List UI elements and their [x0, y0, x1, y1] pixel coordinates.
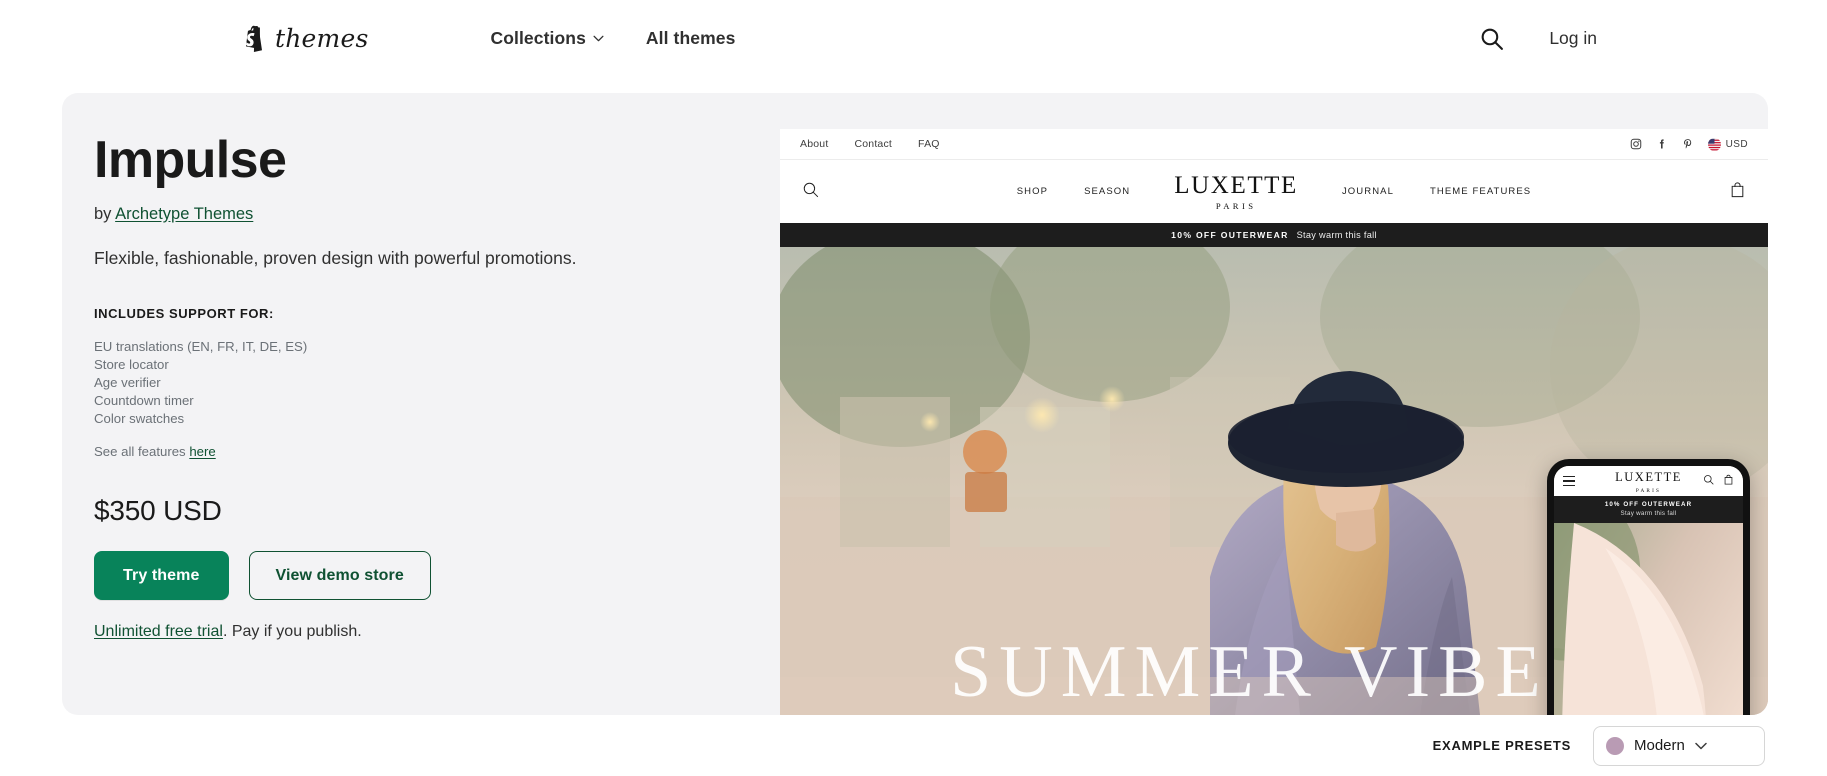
preset-color-swatch: [1606, 736, 1624, 755]
search-icon[interactable]: [1477, 24, 1505, 52]
preview-store-logo-main: LUXETTE: [1174, 171, 1298, 199]
unlimited-free-trial-link[interactable]: Unlimited free trial: [94, 623, 223, 640]
example-presets-bar: EXAMPLE PRESETS Modern: [0, 715, 1827, 776]
list-item: Color swatches: [94, 411, 185, 427]
page-title: Impulse: [94, 131, 287, 189]
preview-link-contact[interactable]: Contact: [854, 138, 892, 150]
preview-mobile-screen: LUXETTE PARIS 10% OFF OUTERWEAR Stay war…: [1554, 466, 1743, 715]
shopify-bag-icon: [240, 23, 266, 53]
see-all-features: See all features here: [94, 444, 784, 459]
list-item: Countdown timer: [94, 393, 194, 409]
view-demo-store-button[interactable]: View demo store: [248, 551, 431, 601]
instagram-icon[interactable]: [1630, 138, 1642, 150]
brand-wordmark: themes: [275, 23, 369, 53]
preview-hero-image: SUMMER VIBES LUXETTE PARIS 10% OFF OUTER…: [780, 247, 1768, 715]
theme-tagline: Flexible, fashionable, proven design wit…: [94, 247, 577, 268]
site-header: themes Collections All themes Log in: [0, 0, 1827, 76]
preset-selected-value: Modern: [1634, 737, 1685, 754]
chevron-down-icon: [593, 35, 604, 42]
preview-nav-journal[interactable]: JOURNAL: [1342, 186, 1394, 197]
chevron-down-icon: [1695, 737, 1707, 755]
preview-utility-right: USD: [1630, 137, 1748, 151]
mobile-search-icon[interactable]: [1703, 472, 1714, 490]
mobile-cart-icon[interactable]: [1723, 472, 1734, 490]
nav-item-collections-label: Collections: [490, 27, 586, 48]
preview-nav-shop[interactable]: SHOP: [1017, 186, 1048, 197]
mobile-promo-strong: 10% OFF OUTERWEAR: [1604, 501, 1693, 508]
mobile-store-logo-main: LUXETTE: [1615, 470, 1682, 484]
theme-preview[interactable]: About Contact FAQ USD SHOP SEASON LUXETT…: [780, 129, 1768, 715]
byline-prefix: by: [94, 204, 112, 223]
preview-utility-bar: About Contact FAQ USD: [780, 129, 1768, 160]
preview-nav-theme-features[interactable]: THEME FEATURES: [1430, 186, 1531, 197]
hamburger-menu-icon[interactable]: [1563, 476, 1575, 486]
primary-nav: Collections All themes: [490, 28, 735, 49]
preview-utility-links: About Contact FAQ: [800, 138, 940, 150]
mobile-nav-icons: [1703, 472, 1734, 490]
us-flag-icon: [1707, 137, 1721, 151]
preset-select[interactable]: Modern: [1593, 725, 1765, 766]
theme-info-column: Impulse by Archetype Themes Flexible, fa…: [94, 133, 784, 641]
see-all-features-text: See all features: [94, 444, 186, 460]
example-presets-label: EXAMPLE PRESETS: [1432, 738, 1571, 753]
preview-promo-strong: 10% OFF OUTERWEAR: [1171, 230, 1289, 240]
preview-promo-bar: 10% OFF OUTERWEAR Stay warm this fall: [780, 223, 1768, 247]
support-feature-list: EU translations (EN, FR, IT, DE, ES) Sto…: [94, 338, 784, 428]
theme-author-link[interactable]: Archetype Themes: [115, 205, 253, 223]
see-all-features-link[interactable]: here: [189, 444, 215, 459]
mobile-promo-bar: 10% OFF OUTERWEAR Stay warm this fall: [1554, 496, 1743, 523]
preview-search-icon[interactable]: [802, 181, 819, 203]
currency-selector[interactable]: USD: [1707, 137, 1748, 151]
mobile-nav: LUXETTE PARIS: [1554, 466, 1743, 496]
list-item: EU translations (EN, FR, IT, DE, ES): [94, 339, 308, 355]
preview-cart-icon[interactable]: [1729, 181, 1746, 203]
header-actions: Log in: [1477, 24, 1597, 52]
currency-label: USD: [1725, 138, 1748, 150]
list-item: Age verifier: [94, 375, 161, 391]
login-link[interactable]: Log in: [1549, 28, 1597, 49]
theme-detail-panel: Impulse by Archetype Themes Flexible, fa…: [62, 93, 1768, 715]
theme-cta-row: Try theme View demo store: [94, 551, 784, 601]
preview-nav-season[interactable]: SEASON: [1084, 186, 1130, 197]
trial-note-rest: . Pay if you publish.: [222, 623, 362, 641]
mobile-promo-soft: Stay warm this fall: [1620, 510, 1677, 517]
preview-store-logo[interactable]: LUXETTE PARIS: [1174, 173, 1298, 211]
preview-link-faq[interactable]: FAQ: [918, 138, 940, 150]
theme-price: $350 USD: [94, 495, 222, 527]
nav-item-all-themes-label: All themes: [645, 27, 736, 48]
preview-link-about[interactable]: About: [800, 138, 828, 150]
preview-nav-links: SHOP SEASON LUXETTE PARIS JOURNAL THEME …: [780, 173, 1768, 211]
list-item: Store locator: [94, 357, 169, 373]
preview-store-logo-sub: PARIS: [1215, 200, 1257, 211]
try-theme-button[interactable]: Try theme: [94, 551, 229, 601]
support-heading: INCLUDES SUPPORT FOR:: [94, 306, 274, 322]
trial-note: Unlimited free trial. Pay if you publish…: [94, 623, 784, 641]
preview-promo-soft: Stay warm this fall: [1296, 230, 1377, 240]
brand-logo-link[interactable]: themes: [240, 23, 368, 53]
preview-mobile-mockup: LUXETTE PARIS 10% OFF OUTERWEAR Stay war…: [1547, 459, 1750, 715]
pinterest-icon[interactable]: [1682, 138, 1694, 150]
nav-item-all-themes[interactable]: All themes: [646, 28, 736, 49]
facebook-icon[interactable]: [1656, 138, 1668, 150]
theme-byline: by Archetype Themes: [94, 205, 784, 224]
preview-main-nav: SHOP SEASON LUXETTE PARIS JOURNAL THEME …: [780, 160, 1768, 223]
mobile-hero-image: SPRING STYLE Fresh looks for sunny days.…: [1554, 523, 1743, 715]
nav-item-collections[interactable]: Collections: [490, 27, 604, 49]
